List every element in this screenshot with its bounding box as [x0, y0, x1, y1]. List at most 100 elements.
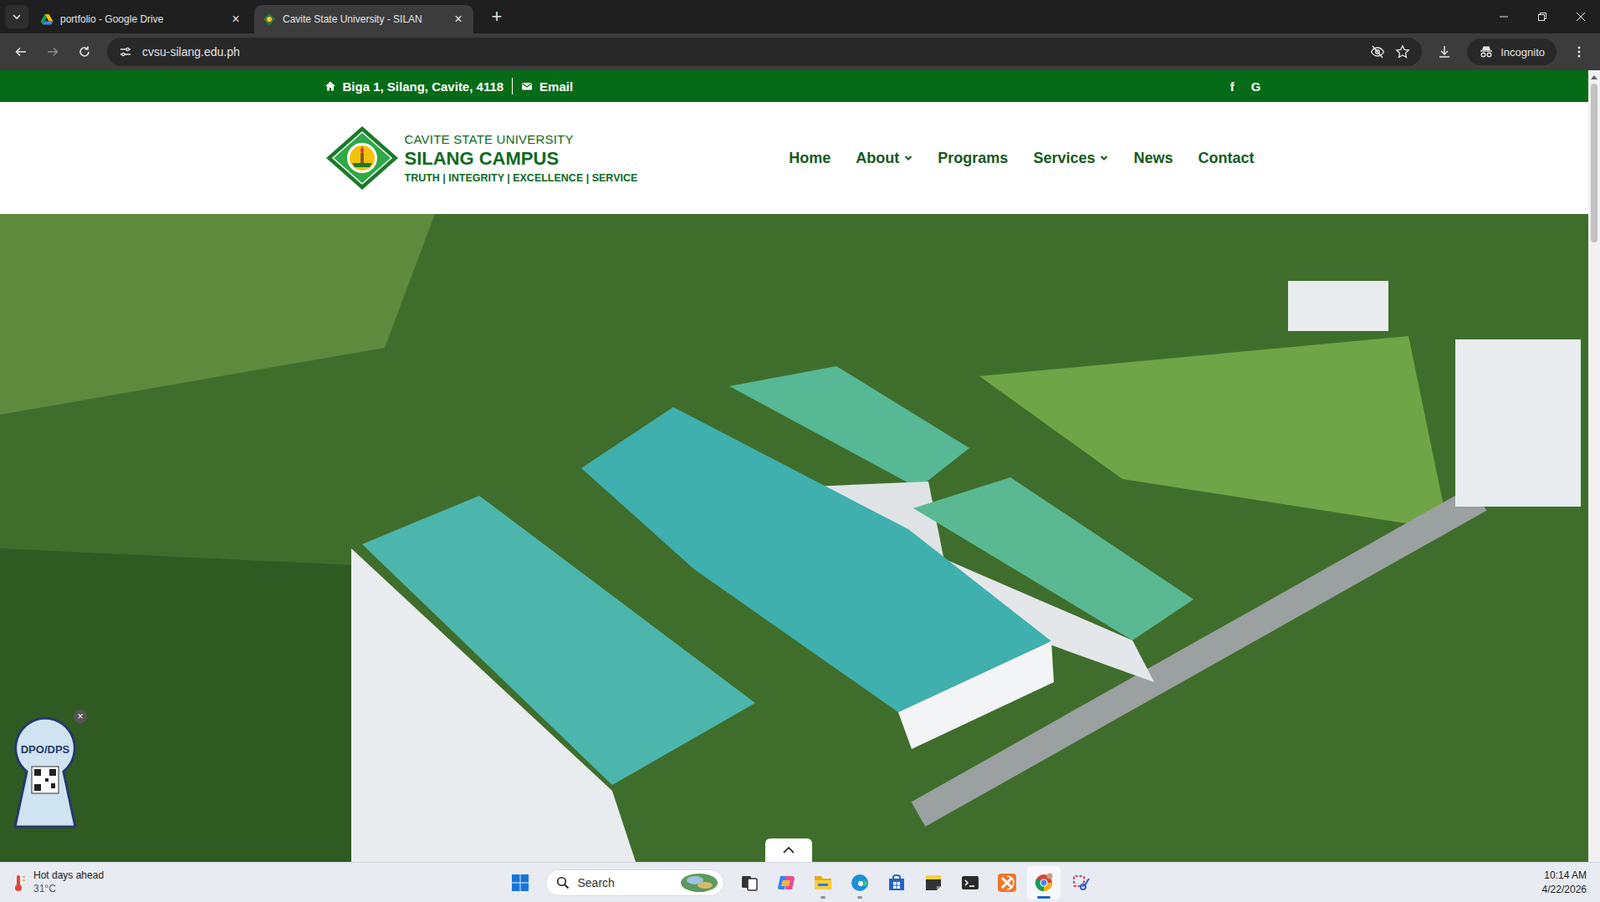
home-icon	[324, 80, 337, 93]
weather-title: Hot days ahead	[33, 869, 104, 884]
file-explorer-icon	[812, 874, 834, 893]
incognito-icon	[1478, 44, 1494, 60]
nav-item[interactable]: Contact	[1198, 149, 1255, 168]
cvsu-favicon-icon	[262, 12, 277, 26]
reload-button[interactable]	[70, 37, 99, 67]
minimize-icon	[1498, 11, 1509, 22]
incognito-label: Incognito	[1500, 46, 1545, 59]
arrow-right-icon	[46, 45, 60, 59]
email-link[interactable]: Email	[539, 79, 573, 94]
download-icon	[1436, 44, 1452, 60]
nav-item[interactable]: About	[855, 149, 913, 168]
nav-item[interactable]: News	[1133, 149, 1173, 168]
taskbar-app[interactable]	[843, 866, 877, 900]
tab-close-button[interactable]: ×	[451, 11, 466, 27]
terminal-icon	[961, 874, 980, 893]
chevron-down-icon	[11, 11, 22, 22]
dpo-dps-badge[interactable]: DPO/DPS ×	[11, 715, 82, 838]
microsoft-store-icon	[887, 874, 906, 893]
nav-item[interactable]: Services	[1032, 149, 1109, 168]
tab-close-button[interactable]: ×	[229, 11, 243, 27]
taskbar-app[interactable]	[879, 866, 914, 900]
arrow-left-icon	[14, 45, 28, 59]
url-text: cvsu-silang.edu.ph	[142, 45, 241, 59]
scroll-to-top-button[interactable]	[765, 838, 813, 863]
taskbar-app[interactable]	[732, 866, 767, 900]
snipping-tool-icon	[1071, 874, 1090, 893]
restore-button[interactable]	[1523, 0, 1562, 34]
eye-off-icon[interactable]	[1369, 44, 1386, 60]
minimize-button[interactable]	[1484, 0, 1524, 34]
tab-search-button[interactable]	[5, 5, 29, 29]
taskbar-app[interactable]	[806, 866, 840, 900]
running-indicator	[820, 896, 826, 900]
forward-button[interactable]	[38, 37, 67, 67]
weather-temperature: 31°C	[33, 883, 104, 897]
star-icon[interactable]	[1395, 44, 1411, 60]
social-link[interactable]: G	[1251, 79, 1262, 94]
taskbar-app[interactable]	[916, 866, 951, 900]
taskbar-app[interactable]	[1027, 866, 1061, 900]
tab-label: portfolio - Google Drive	[60, 13, 223, 26]
browser-tab[interactable]: portfolio - Google Drive ×	[31, 5, 251, 34]
task-view-icon	[740, 874, 759, 893]
weather-widget[interactable]: Hot days ahead 31°C	[10, 869, 504, 896]
edge-icon	[849, 873, 870, 894]
taskbar-app[interactable]	[769, 866, 803, 900]
separator	[511, 77, 513, 95]
chevron-down-icon	[904, 153, 913, 163]
incognito-profile-button[interactable]: Incognito	[1467, 38, 1557, 66]
motto: TRUTH | INTEGRITY | EXCELLENCE | SERVICE	[404, 172, 639, 185]
menu-button[interactable]	[1564, 37, 1594, 67]
taskbar-app[interactable]	[953, 866, 987, 900]
taskbar-app[interactable]	[1063, 866, 1098, 900]
taskbar-app[interactable]	[990, 866, 1024, 900]
main-nav: Home About Programs Services News Contac…	[788, 149, 1254, 168]
close-icon	[1575, 11, 1586, 22]
tab-label: Cavite State University - SILAN	[282, 13, 445, 26]
university-name: CAVITE STATE UNIVERSITY	[404, 132, 639, 147]
taskbar-search[interactable]: Search	[545, 869, 725, 897]
search-highlight-icon	[679, 872, 719, 895]
thermometer-icon	[10, 873, 27, 894]
nav-item[interactable]: Programs	[937, 149, 1008, 168]
restore-icon	[1537, 11, 1548, 22]
downloads-button[interactable]	[1430, 37, 1459, 67]
cvsu-seal-icon	[324, 124, 400, 192]
clock-date: 4/22/2026	[1542, 883, 1587, 897]
chrome-icon	[1033, 873, 1054, 894]
back-button[interactable]	[6, 37, 36, 67]
vertical-scrollbar[interactable]	[1588, 70, 1600, 863]
campus-name: SILANG CAMPUS	[404, 148, 639, 170]
nav-item[interactable]: Home	[788, 149, 831, 168]
browser-tab[interactable]: Cavite State University - SILAN ×	[254, 5, 474, 34]
campus-address: Biga 1, Silang, Cavite, 4118	[342, 79, 505, 94]
keyhole-badge-icon	[11, 715, 79, 833]
badge-close-button[interactable]: ×	[73, 710, 87, 724]
site-settings-icon[interactable]	[118, 45, 133, 59]
top-info-bar: Biga 1, Silang, Cavite, 4118 Email f G	[0, 70, 1589, 103]
start-button[interactable]	[503, 866, 537, 900]
campus-aerial-photo	[0, 214, 1589, 863]
hero-photo	[0, 214, 1589, 863]
site-logo[interactable]: CAVITE STATE UNIVERSITY SILANG CAMPUS TR…	[324, 124, 639, 192]
chevron-up-icon	[782, 846, 796, 855]
more-vertical-icon	[1572, 45, 1586, 59]
taskbar: Hot days ahead 31°C Search 10:14 AM 4/22…	[0, 862, 1600, 902]
search-placeholder: Search	[577, 876, 672, 890]
close-window-button[interactable]	[1561, 0, 1600, 34]
scroll-up-arrow-icon[interactable]	[1589, 73, 1599, 81]
browser-toolbar: cvsu-silang.edu.ph Incognito	[0, 33, 1600, 71]
system-clock[interactable]: 10:14 AM 4/22/2026	[1097, 869, 1591, 896]
scrollbar-thumb[interactable]	[1590, 83, 1598, 243]
chevron-down-icon	[1099, 153, 1109, 163]
site-header: CAVITE STATE UNIVERSITY SILANG CAMPUS TR…	[0, 102, 1589, 215]
envelope-icon	[521, 80, 533, 93]
badge-title: DPO/DPS	[11, 743, 79, 757]
address-bar[interactable]: cvsu-silang.edu.ph	[107, 37, 1422, 67]
running-indicator	[1037, 896, 1051, 900]
search-icon	[556, 876, 570, 890]
reload-icon	[77, 45, 92, 59]
new-tab-button[interactable]: +	[485, 5, 509, 28]
social-link[interactable]: f	[1230, 79, 1235, 94]
